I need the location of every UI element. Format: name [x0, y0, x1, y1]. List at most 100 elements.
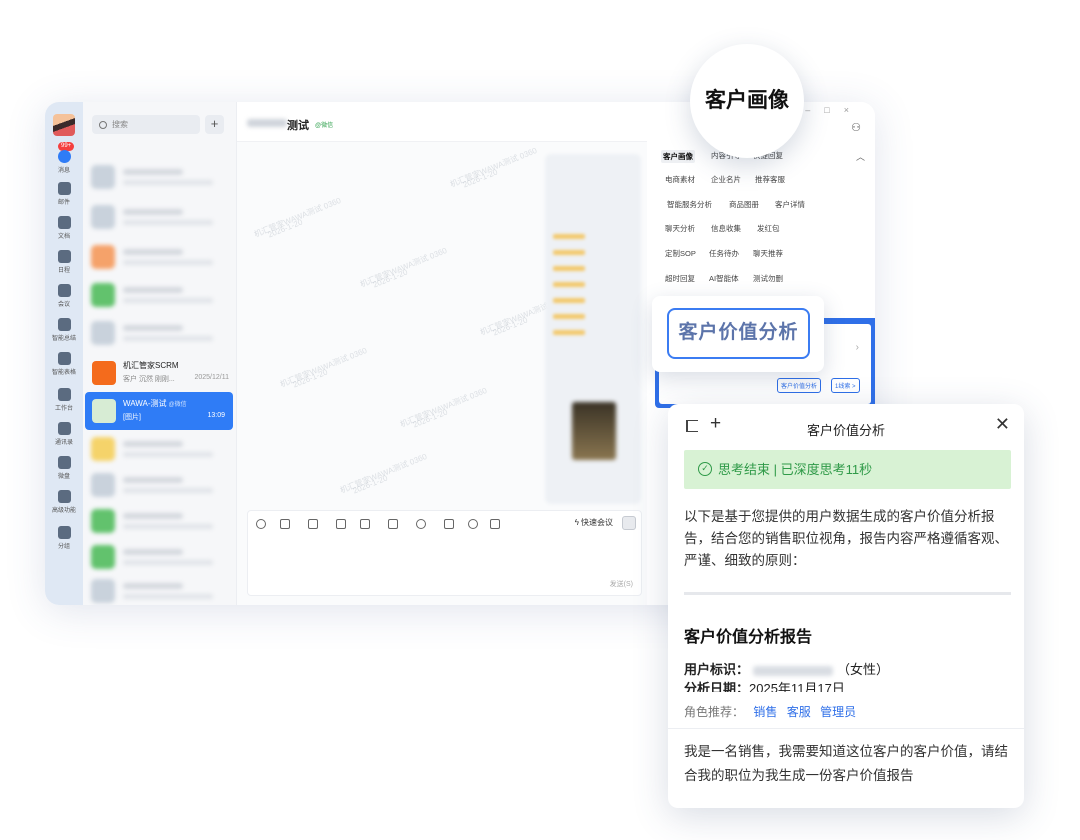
list-item[interactable]: [91, 470, 231, 500]
tab-customer-portrait[interactable]: 客户画像: [661, 150, 695, 163]
drive-icon: [57, 456, 71, 469]
user-id-field: 用户标识： （女性）: [684, 662, 890, 677]
clock-icon[interactable]: [490, 519, 500, 529]
rail-item-workbench[interactable]: 工作台: [45, 388, 83, 412]
tab-ai-agent[interactable]: AI智能体: [709, 273, 739, 284]
chat-area: 测试 @微信 机汇管家WAWA测试 0360 2026-1-20 机汇管家WAW…: [237, 102, 647, 605]
rail-item-contacts[interactable]: 通讯录: [45, 422, 83, 446]
shield-icon[interactable]: [444, 519, 454, 529]
list-item[interactable]: [91, 162, 231, 192]
intro-text: 以下是基于您提供的用户数据生成的客户价值分析报告，结合您的销售职位视角，报告内容…: [684, 509, 1008, 568]
chat-title: 测试: [287, 120, 309, 132]
wechat-tag: @微信: [315, 123, 334, 129]
org-chart-icon: [57, 422, 71, 435]
tab-product-album[interactable]: 商品图册: [729, 199, 759, 210]
role-recommend: 角色推荐： 销售 客服 管理员: [684, 705, 857, 719]
advanced-icon: [57, 490, 71, 503]
chevron-up-icon[interactable]: ︿: [856, 150, 865, 163]
document-icon: [57, 216, 71, 229]
checkbox-icon[interactable]: [360, 519, 370, 529]
chat-header: 测试 @微信: [237, 102, 647, 142]
file-icon[interactable]: [336, 519, 346, 529]
search-icon: [99, 121, 107, 129]
tab-recommend-service[interactable]: 推荐客服: [755, 174, 785, 185]
blurred-photo-message[interactable]: [572, 402, 616, 460]
list-item[interactable]: [91, 576, 231, 605]
check-circle-icon: ✓: [698, 462, 712, 476]
add-button[interactable]: +: [205, 115, 224, 134]
panel-title: 客户价值分析: [806, 423, 885, 438]
tab-customer-detail[interactable]: 客户详情: [775, 199, 805, 210]
rail-item-mail[interactable]: 邮件: [45, 182, 83, 206]
rail-item-messages[interactable]: 消息: [45, 150, 83, 174]
rail-item-drive[interactable]: 微盘: [45, 456, 83, 480]
grid-icon: [57, 388, 71, 401]
divider: [684, 592, 1011, 595]
role-sales[interactable]: 销售: [753, 705, 777, 719]
tab-business-card[interactable]: 企业名片: [711, 174, 741, 185]
search-input[interactable]: 搜索: [92, 115, 200, 134]
list-item[interactable]: [91, 506, 231, 536]
rail-item-advanced[interactable]: 高级功能: [45, 490, 83, 514]
video-icon: [57, 284, 71, 297]
tab-red-packet[interactable]: 发红包: [757, 223, 780, 234]
tab-info-collect[interactable]: 信息收集: [711, 223, 741, 234]
tab-ecommerce[interactable]: 电商素材: [665, 174, 695, 185]
chat-bubble-icon: [57, 150, 71, 163]
message-composer[interactable]: ϟ 快速会议 发送(S): [247, 510, 642, 596]
quick-meeting-button[interactable]: ϟ 快速会议: [575, 517, 613, 528]
role-admin[interactable]: 管理员: [820, 705, 856, 719]
emoji-icon[interactable]: [256, 519, 266, 529]
value-analysis-highlight[interactable]: 客户价值分析: [667, 308, 810, 359]
chat-item-scrm[interactable]: 机汇管家SCRM 客户 沉然 刚刚... 2025/12/11: [83, 354, 237, 392]
send-hint: 发送(S): [609, 581, 633, 588]
phone-icon[interactable]: [416, 519, 426, 529]
tab-test[interactable]: 测试勿删: [753, 273, 783, 284]
date-field: 分析日期：2025年11月17日: [684, 681, 845, 692]
list-item[interactable]: [91, 542, 231, 572]
tab-custom-sop[interactable]: 定制SOP: [665, 248, 696, 259]
more-icon[interactable]: [468, 519, 478, 529]
tab-chat-recommend[interactable]: 聊天推荐: [753, 248, 783, 259]
list-item[interactable]: [91, 280, 231, 310]
chat-item-wawa[interactable]: WAWA-测试 @微信 [图片] 13:09: [85, 392, 233, 430]
list-item[interactable]: [91, 318, 231, 348]
chevron-right-icon[interactable]: ›: [856, 342, 859, 353]
rail-item-docs[interactable]: 文档: [45, 216, 83, 240]
nav-rail: 99+ 消息 邮件 文档 日程 会议 智能总结 智能表格 工作台 通讯录 微盘 …: [45, 102, 83, 605]
add-user-icon[interactable]: ⚇: [851, 121, 861, 134]
rail-item-meeting[interactable]: 会议: [45, 284, 83, 308]
tag-icon: [57, 526, 71, 539]
image-icon[interactable]: [308, 519, 318, 529]
list-item[interactable]: [91, 434, 231, 464]
masked-name: [247, 119, 287, 127]
close-icon[interactable]: ✕: [995, 414, 1010, 434]
role-service[interactable]: 客服: [787, 705, 811, 719]
scrm-logo-icon: [92, 361, 116, 385]
rail-item-smart-sheet[interactable]: 智能表格: [45, 352, 83, 376]
avatar[interactable]: [53, 114, 75, 136]
folder-icon[interactable]: [388, 519, 398, 529]
list-item[interactable]: [91, 242, 231, 272]
thinking-status: ✓ 思考结束 | 已深度思考11秒: [684, 450, 1011, 489]
customer-value-button[interactable]: 客户价值分析: [777, 378, 822, 393]
scissors-icon[interactable]: [280, 519, 290, 529]
window-controls[interactable]: –□×: [805, 105, 863, 115]
bolt-icon: ϟ: [574, 518, 579, 527]
rail-item-calendar[interactable]: 日程: [45, 250, 83, 274]
rail-item-summary[interactable]: 智能总结: [45, 318, 83, 342]
wawa-avatar: [92, 399, 116, 423]
rail-item-groups[interactable]: 分组: [45, 526, 83, 550]
sparkle-icon: [57, 318, 71, 331]
tab-timeout-reply[interactable]: 超时回复: [665, 273, 695, 284]
tab-service-analysis[interactable]: 智能服务分析: [667, 199, 712, 210]
side-panel-toggle[interactable]: [622, 516, 636, 530]
chat-list: 搜索 + 机汇管家SCRM 客户 沉然 刚刚... 2025/12/11 WAW…: [83, 102, 237, 605]
list-item[interactable]: [91, 202, 231, 232]
lead-button[interactable]: 1线索 >: [831, 378, 860, 393]
value-analysis-callout: 客户价值分析: [652, 296, 824, 372]
tab-chat-analysis[interactable]: 聊天分析: [665, 223, 695, 234]
mail-icon: [57, 182, 71, 195]
table-icon: [57, 352, 71, 365]
tab-todo[interactable]: 任务待办: [709, 248, 739, 259]
